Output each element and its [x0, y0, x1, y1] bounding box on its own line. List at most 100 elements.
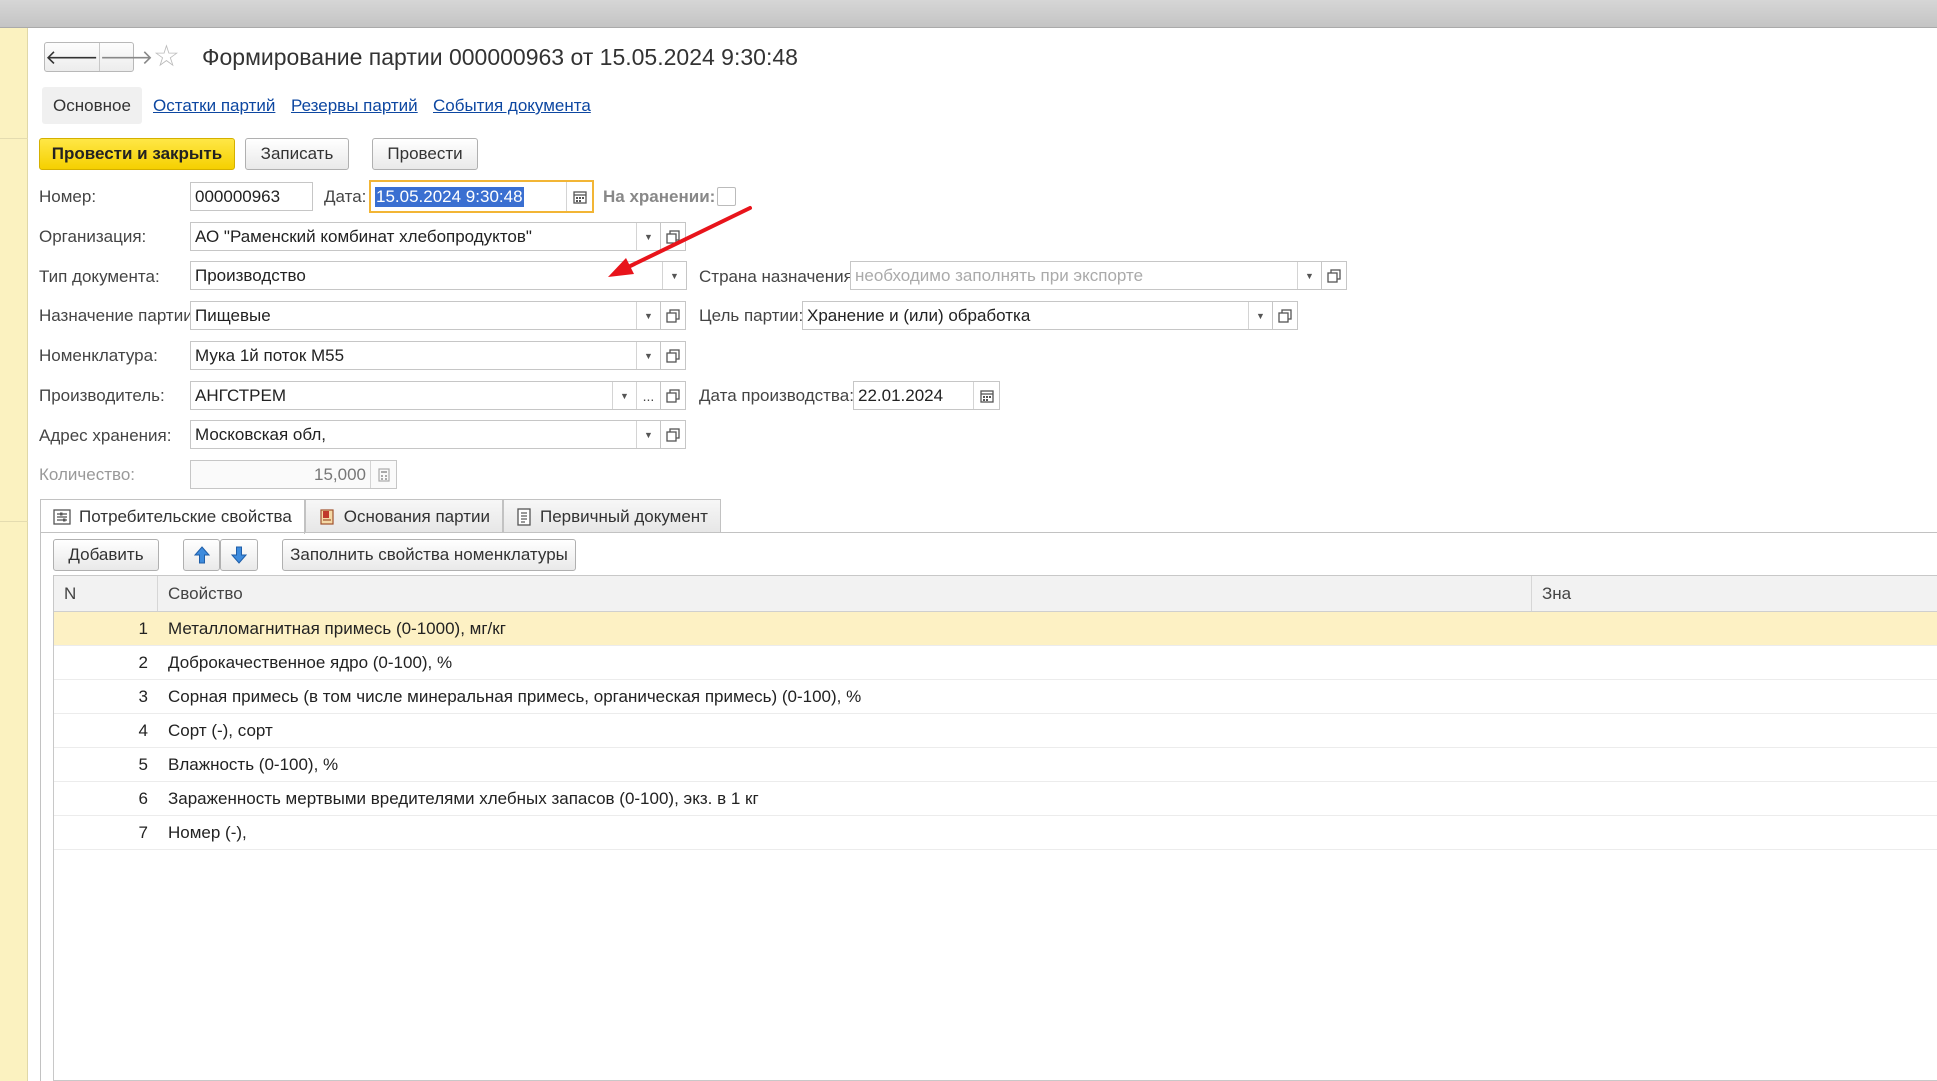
table-row[interactable]: 3 Сорная примесь (в том числе минеральна… [54, 680, 1937, 714]
nomenclature-value: Мука 1й поток М55 [195, 345, 345, 365]
column-header-value[interactable]: Зна [1532, 576, 1937, 611]
window-top-bar [0, 0, 1937, 28]
row-number: 6 [138, 788, 148, 808]
org-field[interactable]: АО "Раменский комбинат хлебопродуктов" ▼ [190, 222, 661, 251]
chevron-down-icon[interactable]: ▼ [636, 421, 660, 448]
link-document-events[interactable]: События документа [433, 96, 591, 116]
chevron-down-icon[interactable]: ▼ [612, 382, 636, 409]
properties-table: N Свойство Зна 1 Металломагнитная примес… [53, 575, 1937, 1081]
row-number: 3 [138, 686, 148, 706]
post-button[interactable]: Провести [372, 138, 478, 170]
table-row[interactable]: 2 Доброкачественное ядро (0-100), % [54, 646, 1937, 680]
goal-field[interactable]: Хранение и (или) обработка ▼ [802, 301, 1273, 330]
number-field[interactable]: 000000963 [190, 182, 313, 211]
table-row[interactable]: 5 Влажность (0-100), % [54, 748, 1937, 782]
open-address-button[interactable] [661, 420, 686, 449]
row-property: Доброкачественное ядро (0-100), % [168, 652, 453, 672]
producer-field[interactable]: АНГСТРЕМ ▼ ... [190, 381, 661, 410]
arrow-down-icon [231, 546, 247, 564]
select-more-button[interactable]: ... [636, 382, 660, 409]
open-purpose-button[interactable] [661, 301, 686, 330]
nomenclature-label: Номенклатура: [39, 346, 158, 365]
row-value[interactable] [1532, 612, 1937, 645]
chevron-down-icon[interactable]: ▼ [636, 302, 660, 329]
row-number: 2 [138, 652, 148, 672]
post-and-close-button[interactable]: Провести и закрыть [39, 138, 235, 170]
producer-label: Производитель: [39, 386, 165, 405]
row-number: 7 [138, 822, 148, 842]
row-number: 5 [138, 754, 148, 774]
tab-consumer-properties[interactable]: Потребительские свойства [40, 499, 305, 534]
org-value: АО "Раменский комбинат хлебопродуктов" [195, 226, 532, 246]
chevron-down-icon[interactable]: ▼ [1297, 262, 1321, 289]
row-value[interactable] [1532, 646, 1937, 679]
row-property: Сорт (-), сорт [168, 720, 273, 740]
number-value: 000000963 [195, 186, 281, 206]
purpose-value: Пищевые [195, 305, 271, 325]
arrow-left-icon: 🡐 [45, 46, 99, 69]
goal-label: Цель партии: [699, 306, 804, 325]
open-nomenclature-button[interactable] [661, 341, 686, 370]
chevron-down-icon[interactable]: ▼ [636, 342, 660, 369]
open-goal-button[interactable] [1273, 301, 1298, 330]
link-batch-reserves[interactable]: Резервы партий [291, 96, 418, 116]
row-value[interactable] [1532, 680, 1937, 713]
date-field[interactable]: 15.05.2024 9:30:48 [369, 180, 594, 213]
tab-primary-document-label: Первичный документ [540, 506, 708, 526]
page-title: Формирование партии 000000963 от 15.05.2… [202, 44, 798, 70]
row-value[interactable] [1532, 782, 1937, 815]
row-value[interactable] [1532, 714, 1937, 747]
back-button[interactable]: 🡐 [45, 43, 99, 71]
properties-icon [53, 509, 71, 525]
column-header-property[interactable]: Свойство [158, 576, 1532, 611]
calculator-icon [370, 461, 396, 488]
table-row[interactable]: 4 Сорт (-), сорт [54, 714, 1937, 748]
open-icon [1327, 268, 1341, 283]
row-property: Сорная примесь (в том числе минеральная … [168, 686, 862, 706]
prod-date-label: Дата производства: [699, 386, 854, 405]
prod-date-field[interactable]: 22.01.2024 [853, 381, 1000, 410]
tab-divider [40, 532, 1937, 533]
forward-button[interactable]: 🡒 [98, 43, 154, 71]
calendar-icon[interactable] [566, 182, 592, 211]
link-batch-balances[interactable]: Остатки партий [153, 96, 275, 116]
row-property: Номер (-), [168, 822, 247, 842]
row-number: 1 [138, 618, 148, 638]
nomenclature-field[interactable]: Мука 1й поток М55 ▼ [190, 341, 661, 370]
row-value[interactable] [1532, 816, 1937, 849]
chevron-down-icon[interactable]: ▼ [1248, 302, 1272, 329]
address-field[interactable]: Московская обл, ▼ [190, 420, 661, 449]
move-down-button[interactable] [220, 539, 258, 571]
star-icon[interactable]: ☆ [153, 42, 180, 72]
add-row-button[interactable]: Добавить [53, 539, 159, 571]
org-label: Организация: [39, 227, 147, 246]
tab-main[interactable]: Основное [42, 87, 142, 124]
arrow-right-icon: 🡒 [99, 46, 154, 69]
document-icon [517, 507, 531, 526]
row-value[interactable] [1532, 748, 1937, 781]
row-property: Зараженность мертвыми вредителями хлебны… [168, 788, 759, 808]
table-header: N Свойство Зна [54, 576, 1937, 612]
arrow-up-icon [193, 546, 210, 564]
qty-value: 15,000 [314, 464, 366, 484]
tab-batch-grounds[interactable]: Основания партии [304, 499, 503, 533]
table-row[interactable]: 1 Металломагнитная примесь (0-1000), мг/… [54, 612, 1937, 646]
fill-properties-button[interactable]: Заполнить свойства номенклатуры [282, 539, 576, 571]
row-property: Влажность (0-100), % [168, 754, 339, 774]
country-field[interactable]: необходимо заполнять при экспорте ▼ [850, 261, 1322, 290]
address-value: Московская обл, [195, 424, 326, 444]
open-producer-button[interactable] [661, 381, 686, 410]
table-row[interactable]: 7 Номер (-), [54, 816, 1937, 850]
panel-border [40, 532, 41, 1081]
save-button[interactable]: Записать [245, 138, 349, 170]
open-country-button[interactable] [1322, 261, 1347, 290]
tab-primary-document[interactable]: Первичный документ [503, 499, 721, 533]
tab-batch-grounds-label: Основания партии [343, 506, 490, 526]
calendar-icon[interactable] [973, 382, 999, 409]
move-up-button[interactable] [183, 539, 220, 571]
column-header-n[interactable]: N [54, 576, 158, 611]
purpose-field[interactable]: Пищевые ▼ [190, 301, 661, 330]
number-label: Номер: [39, 187, 97, 206]
table-row[interactable]: 6 Зараженность мертвыми вредителями хлеб… [54, 782, 1937, 816]
open-icon [666, 388, 680, 403]
